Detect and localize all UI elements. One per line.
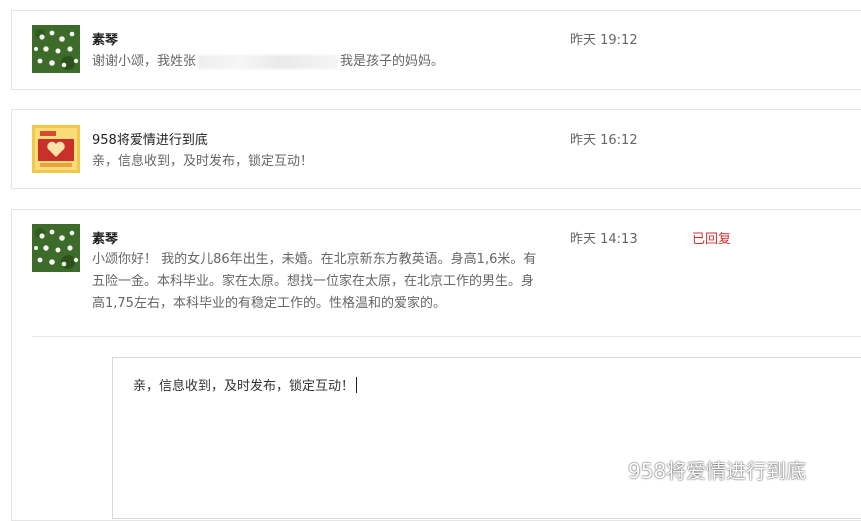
message-time: 昨天 19:12	[570, 33, 638, 48]
sender-name: 958将爱情进行到底	[92, 133, 208, 148]
message-text: 小颂你好！ 我的女儿86年出生，未婚。在北京新东方教英语。身高1,6米。有 五险…	[92, 249, 582, 315]
reply-text[interactable]: 亲，信息收到，及时发布，锁定互动！	[133, 375, 358, 394]
flowers-avatar-icon[interactable]	[32, 224, 80, 272]
sender-name: 素琴	[92, 33, 119, 48]
redacted-text-blur	[198, 54, 339, 69]
watermark: 958将爱情进行到底	[598, 455, 806, 484]
love-logo-avatar-icon[interactable]	[32, 125, 80, 173]
message-line: 五险一金。本科毕业。家在太原。想找一位家在太原，在北京工作的男生。身	[92, 274, 535, 289]
message-time: 昨天 14:13	[570, 232, 638, 247]
wechat-icon	[598, 459, 622, 478]
reply-textarea[interactable]: 亲，信息收到，及时发布，锁定互动！	[112, 357, 861, 519]
text-caret	[356, 377, 358, 393]
message-card[interactable]: 958将爱情进行到底 昨天 16:12 亲，信息收到，及时发布，锁定互动！	[11, 109, 861, 189]
message-text-start: 谢谢小颂，我姓张	[92, 54, 197, 69]
message-line: 高1,75左右，本科毕业的有稳定工作的。性格温和的爱家的。	[92, 296, 446, 311]
message-text: 谢谢小颂，我姓张 我是孩子的妈妈。	[92, 51, 444, 73]
flowers-avatar-icon[interactable]	[32, 25, 80, 73]
message-card[interactable]: 素琴 昨天 19:12 谢谢小颂，我姓张 我是孩子的妈妈。	[11, 10, 861, 90]
sender-name: 素琴	[92, 232, 119, 247]
replied-status: 已回复	[692, 232, 732, 247]
message-time: 昨天 16:12	[570, 133, 638, 148]
divider	[32, 336, 861, 337]
watermark-text: 958将爱情进行到底	[628, 459, 807, 483]
message-text-end: 我是孩子的妈妈。	[340, 54, 445, 69]
reply-text-content: 亲，信息收到，及时发布，锁定互动！	[133, 379, 355, 394]
message-text: 亲，信息收到，及时发布，锁定互动！	[92, 154, 314, 169]
message-line: 小颂你好！ 我的女儿86年出生，未婚。在北京新东方教英语。身高1,6米。有	[92, 252, 537, 267]
